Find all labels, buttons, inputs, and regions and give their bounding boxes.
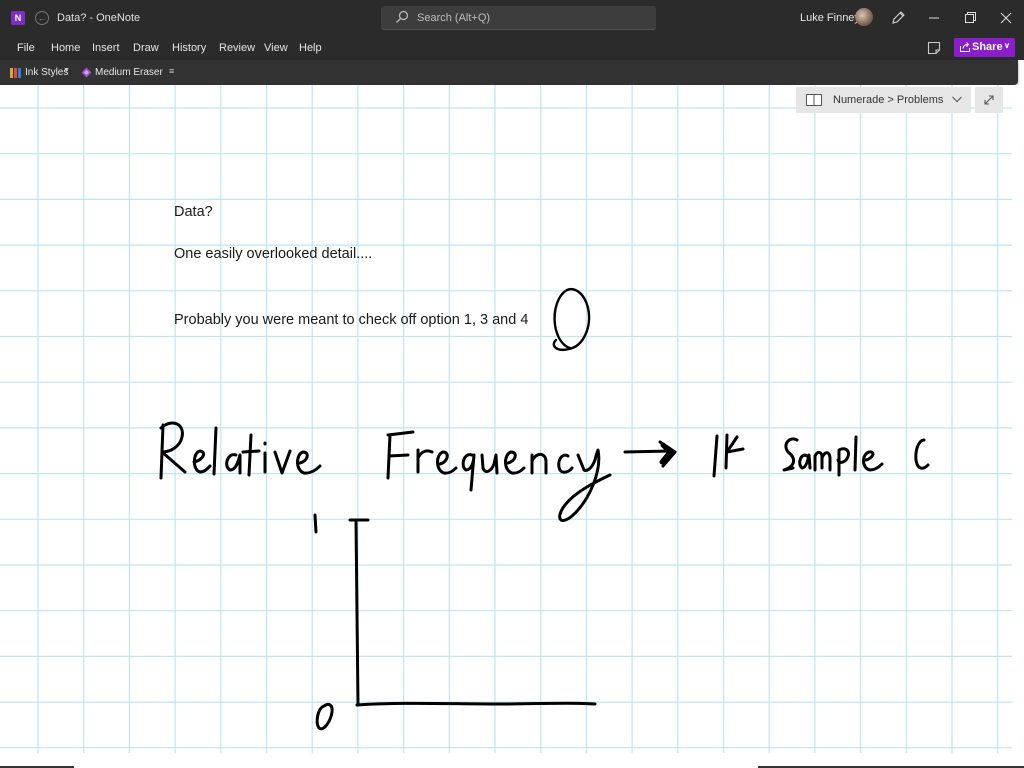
expand-button[interactable] xyxy=(975,87,1003,113)
share-label: Share xyxy=(972,41,1003,53)
sticky-notes-icon[interactable] xyxy=(927,41,941,55)
tab-draw[interactable]: Draw xyxy=(133,42,159,54)
note-line[interactable]: One easily overlooked detail.... xyxy=(174,246,372,262)
share-button[interactable]: Share ∨ xyxy=(954,38,1015,57)
tab-view[interactable]: View xyxy=(264,42,288,54)
user-name[interactable]: Luke Finney xyxy=(800,12,860,24)
tab-home[interactable]: Home xyxy=(51,42,80,54)
onenote-window: N ← Data? - OneNote Search (Alt+Q) Luke … xyxy=(0,0,1024,768)
search-placeholder: Search (Alt+Q) xyxy=(417,12,491,24)
window-title: Data? - OneNote xyxy=(57,12,141,24)
grid-lines xyxy=(0,85,1012,753)
expand-icon xyxy=(984,95,994,105)
tab-insert[interactable]: Insert xyxy=(92,42,120,54)
breadcrumb[interactable]: Numerade > Problems xyxy=(796,87,971,113)
eraser-icon xyxy=(81,67,92,78)
search-icon xyxy=(396,10,409,23)
note-line[interactable]: Probably you were meant to check off opt… xyxy=(174,312,528,328)
draw-toolbar: Ink Styles ▼ Medium Eraser ≡ xyxy=(0,60,1018,85)
onenote-app-icon: N xyxy=(11,11,25,25)
medium-eraser-button[interactable]: Medium Eraser xyxy=(95,67,163,78)
minimize-icon[interactable] xyxy=(920,6,948,30)
pen-icon[interactable] xyxy=(890,10,906,26)
customize-toolbar-icon[interactable]: ≡ xyxy=(169,66,174,76)
page-title[interactable]: Data? xyxy=(174,204,213,220)
avatar[interactable] xyxy=(855,8,873,26)
chevron-down-icon[interactable]: ▼ xyxy=(63,67,70,74)
ribbon-tabs: File Home Insert Draw History Review Vie… xyxy=(0,36,1024,60)
tab-file[interactable]: File xyxy=(17,42,35,54)
tab-history[interactable]: History xyxy=(172,42,206,54)
chevron-down-icon[interactable]: ∨ xyxy=(1004,41,1010,50)
note-canvas[interactable] xyxy=(0,85,1024,768)
share-icon xyxy=(960,42,970,52)
close-icon[interactable] xyxy=(992,6,1020,30)
ink-styles-button[interactable]: Ink Styles xyxy=(25,67,68,78)
back-button[interactable]: ← xyxy=(35,11,49,25)
search-input[interactable]: Search (Alt+Q) xyxy=(381,6,656,30)
ink-styles-icon xyxy=(10,68,21,78)
tab-review[interactable]: Review xyxy=(219,42,255,54)
restore-icon[interactable] xyxy=(956,6,984,30)
title-bar: N ← Data? - OneNote Search (Alt+Q) Luke … xyxy=(0,0,1024,36)
notebook-icon xyxy=(806,94,822,106)
tab-help[interactable]: Help xyxy=(299,42,322,54)
breadcrumb-label: Numerade > Problems xyxy=(833,94,944,106)
chevron-down-icon[interactable] xyxy=(951,93,963,105)
